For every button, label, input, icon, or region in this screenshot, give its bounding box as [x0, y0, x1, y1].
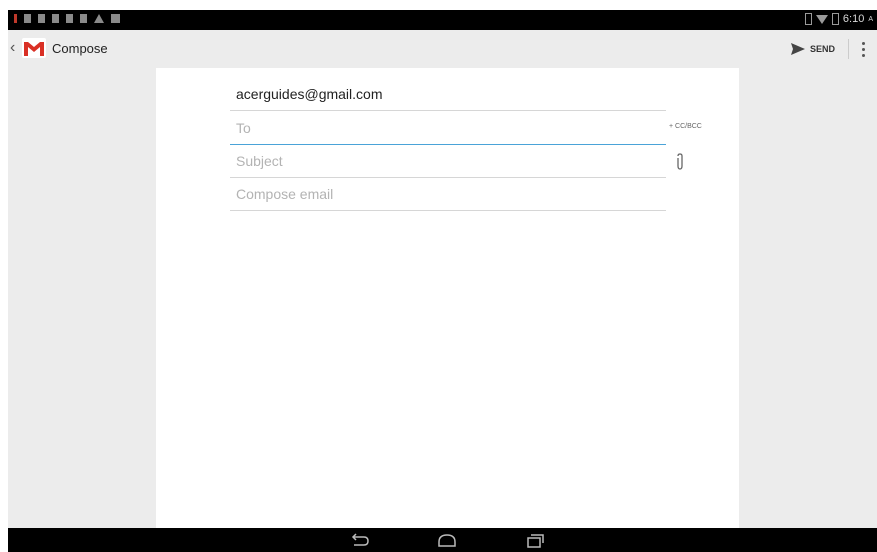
notification-icon — [38, 14, 45, 23]
signal-icon — [804, 13, 812, 25]
cc-bcc-button[interactable]: + CC/BCC — [669, 123, 702, 130]
wifi-icon — [815, 14, 828, 24]
navigation-bar — [8, 528, 877, 552]
to-field[interactable] — [230, 112, 666, 145]
action-bar: ‹ Compose SEND — [8, 30, 877, 68]
overflow-menu-icon[interactable] — [855, 37, 871, 61]
from-value: acerguides@gmail.com — [236, 86, 383, 102]
action-divider — [848, 39, 849, 59]
notification-icons — [14, 14, 120, 23]
warning-icon — [94, 14, 104, 23]
app-title: Compose — [52, 41, 108, 56]
alert-icon — [14, 14, 17, 23]
recents-icon[interactable] — [520, 530, 550, 550]
compose-card: acerguides@gmail.com + CC/BCC — [156, 68, 739, 528]
notification-icon — [24, 14, 31, 23]
home-icon[interactable] — [432, 530, 462, 550]
from-field[interactable]: acerguides@gmail.com — [230, 78, 666, 111]
subject-input[interactable] — [236, 153, 656, 169]
gmail-logo-icon[interactable] — [22, 38, 46, 58]
status-bar: 6:10 A — [8, 10, 877, 30]
usb-icon — [80, 14, 87, 23]
paperclip-icon[interactable] — [675, 153, 685, 171]
body-field[interactable] — [230, 178, 666, 211]
battery-icon — [831, 13, 839, 25]
clock-suffix: A — [868, 15, 873, 23]
subject-field[interactable] — [230, 145, 666, 178]
send-label: SEND — [809, 44, 835, 54]
system-status: 6:10 A — [804, 13, 873, 25]
send-icon — [790, 43, 805, 55]
back-arrow-icon[interactable] — [344, 530, 374, 550]
download-icon — [66, 14, 73, 23]
android-screen: 6:10 A ‹ Compose SEND acerguides@gmail.co… — [8, 10, 877, 552]
chevron-left-icon[interactable]: ‹ — [10, 39, 15, 57]
to-input[interactable] — [236, 120, 656, 136]
screenshot-icon — [111, 14, 120, 23]
body-input[interactable] — [236, 186, 656, 202]
notification-icon — [52, 14, 59, 23]
clock: 6:10 — [842, 13, 865, 25]
send-button[interactable]: SEND — [785, 35, 841, 63]
